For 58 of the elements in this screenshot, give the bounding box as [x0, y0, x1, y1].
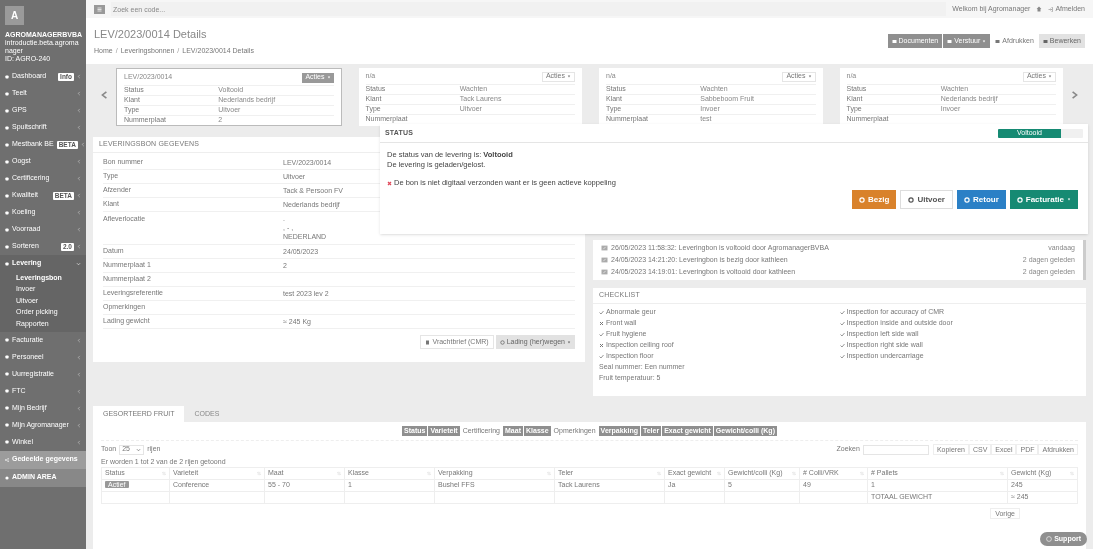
cross-icon: [599, 343, 604, 348]
logout-icon: [1048, 6, 1054, 12]
menu-item-icon: [5, 440, 9, 444]
menu-item-icon: [5, 193, 9, 198]
pencil-icon: [601, 245, 608, 251]
menu-item-icon: [5, 74, 9, 79]
gear-icon: [5, 475, 9, 480]
menu-item-icon: [5, 210, 9, 215]
caret-down-icon: [1048, 75, 1052, 78]
button-icon: [1016, 196, 1023, 203]
status-button[interactable]: Uitvoer: [900, 190, 953, 209]
button-icon: [995, 38, 1001, 44]
button-icon: [891, 38, 897, 44]
menu-item-icon: [5, 355, 9, 359]
menu-item-icon: [5, 125, 9, 130]
page-title: LEV/2023/0014 Details: [94, 26, 208, 42]
button-icon: [947, 38, 953, 44]
refresh-icon: [499, 339, 505, 345]
document-icon: [425, 339, 431, 345]
menu-item-icon: [5, 261, 9, 266]
menu-item-icon: [5, 159, 9, 164]
home-icon: [1036, 6, 1043, 12]
check-icon: [599, 332, 604, 337]
menu-item-icon: [5, 227, 9, 232]
menu-item-icon: [5, 338, 9, 342]
caret-down-icon: [136, 447, 142, 452]
status-button[interactable]: Facturatie: [1009, 190, 1078, 209]
logo: A: [5, 6, 24, 25]
button-icon: [964, 196, 970, 203]
chevron-icon: [80, 142, 85, 147]
button-icon: [859, 196, 866, 203]
menu-item-icon: [5, 142, 9, 147]
menu-item-icon: [5, 423, 9, 427]
menu-item-icon: [5, 91, 9, 96]
cross-icon: [387, 180, 392, 186]
caret-down-icon: [76, 261, 81, 266]
share-icon: [5, 457, 9, 462]
menu-item-icon: [5, 389, 9, 393]
pencil-icon: [601, 257, 608, 263]
check-icon: [599, 354, 604, 359]
pencil-icon: [601, 269, 608, 275]
table-search-field[interactable]: [862, 444, 929, 455]
button-icon: [1042, 38, 1048, 44]
chat-bubble-icon: [1046, 536, 1053, 542]
menu-item-icon: [5, 244, 9, 249]
status-button[interactable]: Bezig: [852, 190, 897, 209]
menu-item-icon: [5, 372, 9, 376]
button-icon: [908, 196, 915, 203]
caret-down-icon: [567, 75, 571, 78]
menu-item-icon: [5, 108, 9, 113]
menu-button[interactable]: [94, 4, 105, 14]
menu-item-icon: [5, 406, 9, 410]
check-icon: [599, 310, 604, 315]
caret-down-icon: [567, 340, 571, 344]
menu-item-icon: [5, 176, 9, 181]
cross-icon: [599, 321, 604, 326]
status-button[interactable]: Retour: [957, 190, 1006, 209]
menu-icon: [97, 6, 102, 12]
